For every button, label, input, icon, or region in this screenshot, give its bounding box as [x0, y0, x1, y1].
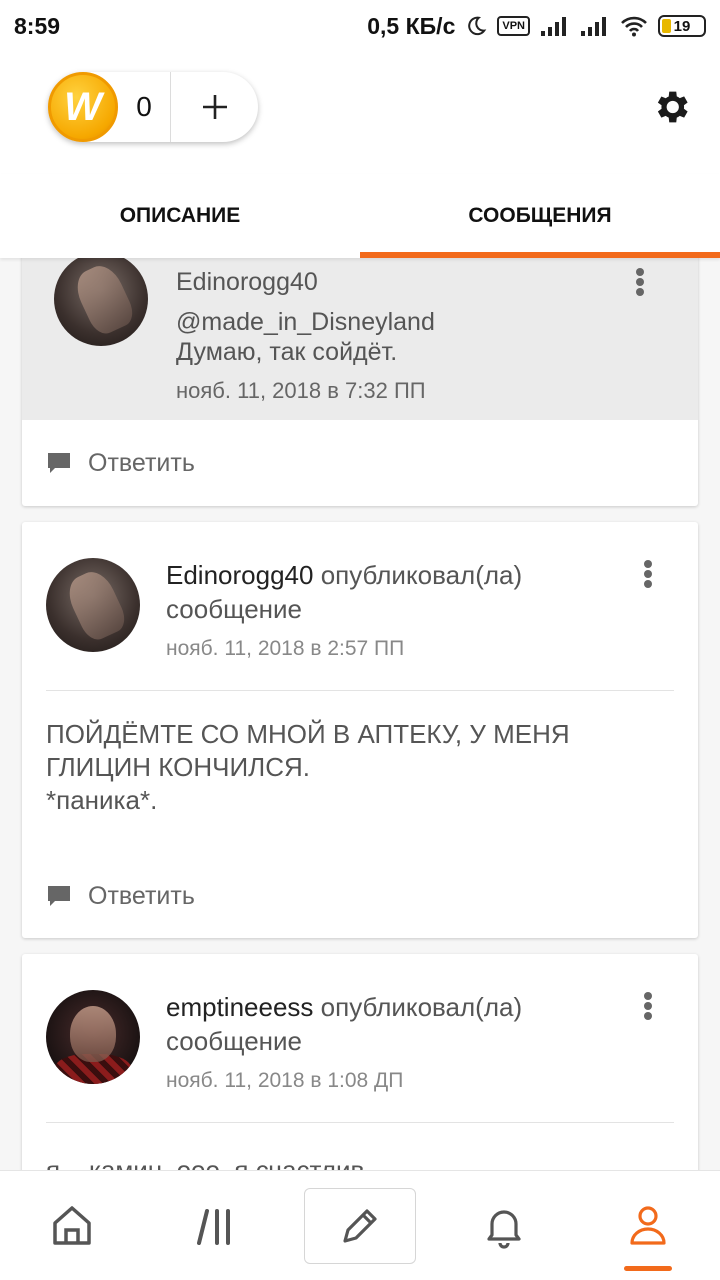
post-header: Edinorogg40 опубликовал(ла) сообщение: [166, 558, 626, 626]
coin-balance-pill: W 0: [48, 72, 258, 142]
signal-icon: [541, 17, 566, 36]
comment-icon: [48, 886, 70, 906]
more-options-icon[interactable]: [638, 986, 658, 1026]
tab-messages[interactable]: СООБЩЕНИЯ: [360, 174, 720, 258]
message-card: emptineeess опубликовал(ла) сообщение но…: [22, 954, 698, 1170]
profile-icon: [630, 1205, 666, 1245]
nav-library[interactable]: [144, 1171, 288, 1280]
net-speed: 0,5 КБ/с: [367, 12, 456, 39]
tab-messages-label: СООБЩЕНИЯ: [468, 204, 612, 227]
vpn-badge: VPN: [497, 16, 530, 36]
battery-indicator: 19: [658, 15, 706, 37]
post-username[interactable]: Edinorogg40: [166, 560, 313, 590]
coin-count: 0: [136, 91, 152, 122]
tab-bar: ОПИСАНИЕ СООБЩЕНИЯ: [0, 174, 720, 258]
coin-logo: W: [64, 84, 102, 129]
post-timestamp: нояб. 11, 2018 в 2:57 ПП: [166, 637, 405, 660]
avatar[interactable]: [54, 258, 148, 346]
signal-icon-2: [581, 17, 606, 36]
tab-description-label: ОПИСАНИЕ: [119, 204, 241, 227]
more-options-icon[interactable]: [630, 262, 650, 302]
nav-home[interactable]: [0, 1171, 144, 1280]
reply-timestamp: нояб. 11, 2018 в 7:32 ПП: [176, 378, 426, 403]
gear-icon: [657, 91, 688, 123]
wifi-icon: [621, 16, 647, 37]
reply-text: Думаю, так сойдёт.: [176, 338, 398, 366]
post-username[interactable]: emptineeess: [166, 992, 313, 1022]
avatar[interactable]: [46, 990, 140, 1084]
reply-mention[interactable]: @made_in_Disneyland: [176, 308, 435, 337]
reply-button[interactable]: Ответить: [46, 876, 195, 916]
message-card: Edinorogg40 опубликовал(ла) сообщение но…: [22, 522, 698, 938]
nav-notifications[interactable]: [432, 1171, 576, 1280]
plus-icon: [202, 95, 227, 119]
post-header: emptineeess опубликовал(ла) сообщение: [166, 990, 626, 1058]
status-indicators: 0,5 КБ/с VPN 19: [367, 13, 706, 40]
reply-button[interactable]: Ответить: [46, 443, 195, 483]
nav-write[interactable]: [288, 1171, 432, 1280]
home-icon: [53, 1205, 91, 1245]
tab-description[interactable]: ОПИСАНИЕ: [0, 174, 360, 258]
battery-level: 19: [673, 17, 691, 35]
status-time: 8:59: [14, 12, 61, 39]
bell-icon: [487, 1209, 521, 1249]
post-body: я – камин, ооо, я счастлив: [46, 1155, 365, 1170]
status-bar: 8:59 0,5 КБ/с VPN 19: [0, 0, 720, 52]
messages-feed[interactable]: Edinorogg40 @made_in_Disneyland Думаю, т…: [0, 258, 720, 1170]
moon-icon: [468, 16, 487, 36]
divider: [46, 690, 674, 691]
post-timestamp: нояб. 11, 2018 в 1:08 ДП: [166, 1069, 404, 1092]
message-card: Edinorogg40 @made_in_Disneyland Думаю, т…: [22, 258, 698, 506]
coin-icon[interactable]: W: [48, 72, 118, 142]
pencil-icon: [343, 1208, 377, 1243]
nav-profile[interactable]: [576, 1171, 720, 1280]
post-body: ПОЙДЁМТЕ СО МНОЙ В АПТЕКУ, У МЕНЯ ГЛИЦИН…: [46, 719, 570, 815]
comment-icon: [48, 453, 70, 473]
reply-button-label: Ответить: [88, 881, 195, 910]
bottom-navigation: [0, 1170, 720, 1280]
reply-button-label: Ответить: [88, 448, 195, 477]
write-button[interactable]: [304, 1187, 416, 1264]
reply-username[interactable]: Edinorogg40: [176, 268, 318, 297]
divider: [46, 1122, 674, 1123]
more-options-icon[interactable]: [638, 554, 658, 594]
avatar[interactable]: [46, 558, 140, 652]
reply-block: Edinorogg40 @made_in_Disneyland Думаю, т…: [22, 258, 698, 420]
app-header: W 0: [0, 52, 720, 174]
add-coins-button[interactable]: [171, 72, 258, 142]
settings-button[interactable]: [650, 86, 692, 128]
library-icon: [197, 1208, 230, 1245]
